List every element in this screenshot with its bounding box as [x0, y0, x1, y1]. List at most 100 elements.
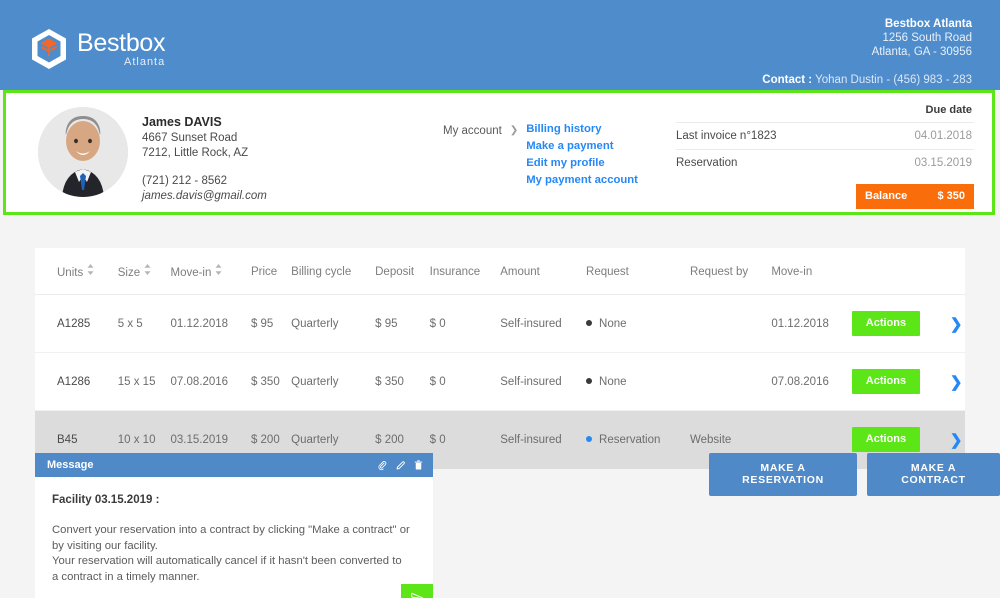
units-table: Units Size Move-in Price Billing cycle D… — [35, 248, 965, 469]
col-size[interactable]: Size — [118, 248, 171, 295]
message-text-line2: by visiting our facility. — [52, 539, 416, 555]
send-icon — [410, 591, 424, 598]
table-row[interactable]: A1286 15 x 15 07.08.2016 $ 350 Quarterly… — [35, 353, 965, 411]
brand-logo[interactable]: Bestbox Atlanta — [30, 28, 165, 70]
sort-updown-icon[interactable] — [87, 264, 94, 277]
account-panel: James DAVIS 4667 Sunset Road 7212, Littl… — [3, 90, 995, 215]
request-text: None — [599, 376, 627, 388]
cell-insurance: $ 0 — [430, 411, 501, 469]
table-row[interactable]: A1285 5 x 5 01.12.2018 $ 95 Quarterly $ … — [35, 295, 965, 353]
request-text: None — [599, 318, 627, 330]
sort-updown-icon[interactable] — [144, 264, 151, 277]
cell-expand[interactable]: ❯ — [947, 353, 965, 411]
customer-info: James DAVIS 4667 Sunset Road 7212, Littl… — [142, 115, 267, 204]
cell-price: $ 95 — [251, 295, 291, 353]
status-dot-icon — [586, 320, 592, 326]
cell-unit: A1285 — [35, 295, 118, 353]
cell-cycle: Quarterly — [291, 295, 375, 353]
cell-actions: Actions — [852, 353, 948, 411]
page-root: Bestbox Atlanta Bestbox Atlanta 1256 Sou… — [0, 0, 1000, 598]
cell-deposit: $ 95 — [375, 295, 430, 353]
invoice-row: Reservation 03.15.2019 — [676, 149, 974, 176]
invoice-summary: Due date Last invoice n°1823 04.01.2018 … — [676, 101, 974, 209]
paperclip-icon[interactable] — [377, 460, 388, 471]
actions-button[interactable]: Actions — [852, 369, 920, 394]
message-text-line4: a contract in a timely manner. — [52, 570, 416, 586]
send-message-button[interactable] — [401, 584, 433, 598]
message-toolbar — [377, 459, 424, 471]
chevron-right-icon[interactable]: ❯ — [950, 374, 963, 391]
cell-amount: Self-insured — [500, 353, 586, 411]
col-billing-cycle: Billing cycle — [291, 248, 375, 295]
message-title: Message — [47, 459, 93, 471]
header-contact: Contact : Yohan Dustin - (456) 983 - 283 — [762, 73, 972, 87]
message-text: Convert your reservation into a contract… — [52, 523, 416, 585]
trash-icon[interactable] — [413, 459, 424, 471]
cell-movein: 01.12.2018 — [170, 295, 250, 353]
chevron-right-icon[interactable]: ❯ — [950, 316, 963, 333]
invoice-label: Last invoice n°1823 — [676, 130, 777, 142]
cube-icon — [30, 28, 68, 70]
cell-request: None — [586, 353, 690, 411]
pencil-icon[interactable] — [395, 460, 406, 471]
col-price: Price — [251, 248, 291, 295]
units-table-card: Units Size Move-in Price Billing cycle D… — [35, 248, 965, 469]
header-company-block: Bestbox Atlanta 1256 South Road Atlanta,… — [762, 17, 972, 87]
cell-request-by — [690, 353, 771, 411]
cell-request-by — [690, 295, 771, 353]
col-request: Request — [586, 248, 690, 295]
cell-movein-2: 07.08.2016 — [771, 353, 851, 411]
cell-insurance: $ 0 — [430, 353, 501, 411]
cell-deposit: $ 350 — [375, 353, 430, 411]
sort-updown-icon[interactable] — [215, 264, 222, 277]
chevron-right-icon: ❯ — [510, 124, 518, 136]
cell-amount: Self-insured — [500, 295, 586, 353]
cell-request: None — [586, 295, 690, 353]
make-a-reservation-button[interactable]: MAKE A RESERVATION — [709, 453, 857, 496]
customer-email: james.davis@gmail.com — [142, 189, 267, 204]
request-text: Reservation — [599, 434, 660, 446]
actions-button[interactable]: Actions — [852, 427, 920, 452]
cell-amount: Self-insured — [500, 411, 586, 469]
balance-label: Balance — [865, 190, 907, 202]
actions-button[interactable]: Actions — [852, 311, 920, 336]
cell-movein: 07.08.2016 — [170, 353, 250, 411]
message-text-line1: Convert your reservation into a contract… — [52, 523, 416, 539]
col-movein-2: Move-in — [771, 248, 851, 295]
header-address-line2: Atlanta, GA - 30956 — [762, 45, 972, 59]
make-a-contract-button[interactable]: MAKE A CONTRACT — [867, 453, 1000, 496]
invoice-date: 03.15.2019 — [914, 157, 972, 169]
message-card: Message Facility 03.15.2019 : Convert yo… — [35, 453, 433, 598]
col-label: Size — [118, 267, 140, 279]
link-my-payment-account[interactable]: My payment account — [526, 175, 638, 187]
header-address-line1: 1256 South Road — [762, 31, 972, 45]
link-edit-my-profile[interactable]: Edit my profile — [526, 158, 638, 170]
chevron-right-icon[interactable]: ❯ — [950, 432, 963, 449]
link-billing-history[interactable]: Billing history — [526, 124, 638, 136]
col-actions — [852, 248, 948, 295]
brand-name: Bestbox — [77, 30, 165, 56]
cell-actions: Actions — [852, 295, 948, 353]
cell-insurance: $ 0 — [430, 295, 501, 353]
col-movein[interactable]: Move-in — [170, 248, 250, 295]
message-header: Message — [35, 453, 433, 477]
balance-badge: Balance $ 350 — [856, 184, 974, 209]
col-units[interactable]: Units — [35, 248, 118, 295]
cta-group: MAKE A RESERVATION MAKE A CONTRACT — [709, 453, 1000, 496]
balance-value: $ 350 — [937, 190, 965, 202]
invoice-date: 04.01.2018 — [914, 130, 972, 142]
avatar-photo — [38, 107, 128, 197]
header-contact-value: Yohan Dustin - (456) 983 - 283 — [815, 74, 972, 86]
brand-sub: Atlanta — [77, 56, 165, 69]
cell-cycle: Quarterly — [291, 353, 375, 411]
cell-expand[interactable]: ❯ — [947, 295, 965, 353]
status-dot-icon — [586, 378, 592, 384]
status-dot-icon — [586, 436, 592, 442]
invoice-label: Reservation — [676, 157, 737, 169]
link-make-a-payment[interactable]: Make a payment — [526, 141, 638, 153]
invoice-row: Last invoice n°1823 04.01.2018 — [676, 122, 974, 149]
cell-size: 15 x 15 — [118, 353, 171, 411]
col-expand — [947, 248, 965, 295]
col-deposit: Deposit — [375, 248, 430, 295]
col-label: Move-in — [170, 267, 211, 279]
